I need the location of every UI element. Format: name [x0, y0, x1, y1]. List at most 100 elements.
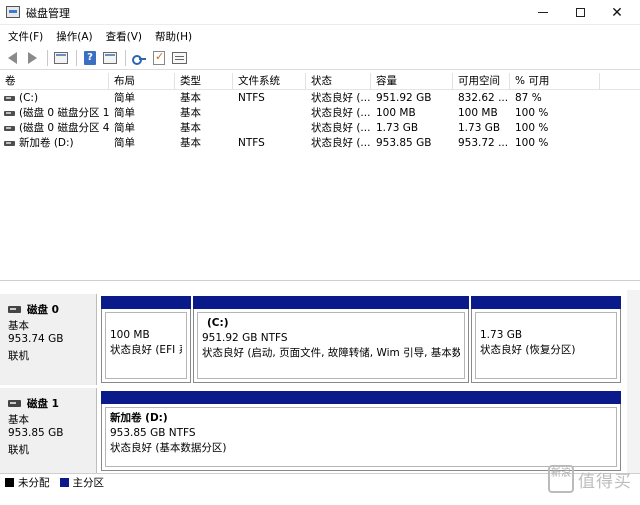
column-header-free-space[interactable]: 可用空间 — [453, 73, 510, 90]
vertical-scrollbar[interactable] — [627, 290, 640, 473]
watermark-badge: 新浪 — [548, 465, 574, 493]
partition-status: 状态良好 (基本数据分区) — [110, 442, 227, 454]
legend-label-unallocated: 未分配 — [18, 476, 50, 489]
disk-name: 磁盘 0 — [27, 304, 59, 316]
partition-size: 951.92 GB NTFS — [202, 332, 288, 344]
cell-free-space: 832.62 ... — [458, 92, 509, 104]
properties-icon — [171, 51, 187, 64]
legend: 未分配 主分区 — [0, 473, 640, 490]
disk-name: 磁盘 1 — [27, 398, 59, 410]
cell-free-space: 100 MB — [458, 107, 498, 119]
partition-status: 状态良好 (恢复分区) — [480, 344, 576, 356]
column-header-status[interactable]: 状态 — [306, 73, 371, 90]
partition-recovery[interactable]: 1.73 GB 状态良好 (恢复分区) — [471, 296, 621, 383]
partition-header-bar — [471, 296, 621, 309]
legend-swatch-primary — [59, 477, 69, 487]
close-button[interactable]: ✕ — [594, 0, 640, 25]
show-pane-icon — [54, 51, 68, 64]
partition-c[interactable]: (C:) 951.92 GB NTFS 状态良好 (启动, 页面文件, 故障转储… — [193, 296, 469, 383]
watermark: 新浪 值得买 — [548, 459, 640, 499]
disk-1-label[interactable]: 磁盘 1 基本 953.85 GB 联机 — [0, 388, 97, 473]
partition-title: (C:) — [207, 317, 229, 329]
cell-percent-free: 100 % — [515, 107, 549, 119]
forward-icon — [27, 51, 37, 64]
column-header-layout[interactable]: 布局 — [109, 73, 175, 90]
cell-percent-free: 100 % — [515, 137, 549, 149]
cell-status: 状态良好 (... — [311, 92, 371, 104]
column-header-percent-free[interactable]: % 可用 — [510, 73, 600, 90]
partition-status: 状态良好 (EFI 系统分区) — [110, 344, 182, 356]
column-header-volume[interactable]: 卷 — [0, 73, 109, 90]
disk-status: 联机 — [8, 350, 29, 362]
forward-button[interactable] — [23, 49, 41, 67]
partition-size: 100 MB — [110, 329, 150, 341]
cell-volume: (磁盘 0 磁盘分区 1) — [19, 107, 109, 119]
panel-icon — [103, 51, 117, 64]
cell-status: 状态良好 (... — [311, 107, 371, 119]
disk-size: 953.74 GB — [8, 333, 64, 345]
cell-type: 基本 — [180, 137, 201, 149]
disk-icon — [8, 400, 21, 407]
help-icon: ? — [84, 50, 96, 65]
partition-header-bar — [101, 296, 191, 309]
help-button[interactable]: ? — [81, 49, 99, 67]
cell-filesystem — [233, 106, 306, 121]
menu-file[interactable]: 文件(F) — [4, 29, 47, 44]
partition-d[interactable]: 新加卷 (D:) 953.85 GB NTFS 状态良好 (基本数据分区) — [101, 391, 621, 471]
cell-type: 基本 — [180, 92, 201, 104]
cell-layout: 简单 — [114, 137, 135, 149]
menu-view[interactable]: 查看(V) — [102, 29, 146, 44]
cell-filesystem: NTFS — [238, 137, 265, 149]
legend-label-primary: 主分区 — [72, 476, 105, 489]
check-button[interactable] — [150, 49, 168, 67]
volume-list: 卷 布局 类型 文件系统 状态 容量 可用空间 % 可用 (C:) 简单 基本 … — [0, 71, 640, 281]
cell-percent-free: 100 % — [515, 122, 549, 134]
disk-status: 联机 — [8, 444, 29, 456]
table-row[interactable]: (磁盘 0 磁盘分区 4) 简单 基本 状态良好 (... 1.73 GB 1.… — [0, 121, 640, 136]
watermark-text: 值得买 — [578, 471, 632, 492]
cell-volume: 新加卷 (D:) — [19, 137, 74, 149]
cell-capacity: 1.73 GB — [376, 122, 419, 134]
cell-free-space: 953.72 ... — [458, 137, 509, 149]
cell-filesystem: NTFS — [238, 92, 265, 104]
partition-header-bar — [101, 391, 621, 404]
partition-efi[interactable]: 100 MB 状态良好 (EFI 系统分区) — [101, 296, 191, 383]
back-button[interactable] — [3, 49, 21, 67]
menu-help[interactable]: 帮助(H) — [151, 29, 196, 44]
title-bar: 磁盘管理 ✕ — [0, 0, 640, 25]
table-row[interactable]: (C:) 简单 基本 NTFS 状态良好 (... 951.92 GB 832.… — [0, 91, 640, 106]
table-row[interactable]: (磁盘 0 磁盘分区 1) 简单 基本 状态良好 (... 100 MB 100… — [0, 106, 640, 121]
menu-action[interactable]: 操作(A) — [52, 29, 96, 44]
column-header-filesystem[interactable]: 文件系统 — [233, 73, 306, 90]
table-header: 卷 布局 类型 文件系统 状态 容量 可用空间 % 可用 — [0, 73, 640, 90]
cell-type: 基本 — [180, 107, 201, 119]
cell-capacity: 951.92 GB — [376, 92, 432, 104]
cell-volume: (磁盘 0 磁盘分区 4) — [19, 122, 109, 134]
legend-swatch-unallocated — [5, 477, 14, 487]
disk-0-label[interactable]: 磁盘 0 基本 953.74 GB 联机 — [0, 294, 97, 385]
disk-type: 基本 — [8, 414, 29, 426]
column-header-capacity[interactable]: 容量 — [371, 73, 453, 90]
connect-button[interactable] — [130, 49, 148, 67]
cell-layout: 简单 — [114, 122, 135, 134]
disk-size: 953.85 GB — [8, 427, 64, 439]
cell-percent-free: 87 % — [515, 92, 542, 104]
cell-type: 基本 — [180, 122, 201, 134]
cell-capacity: 100 MB — [376, 107, 416, 119]
cell-filesystem — [233, 121, 306, 136]
cell-status: 状态良好 (... — [311, 137, 371, 149]
column-header-type[interactable]: 类型 — [175, 73, 233, 90]
toolbar-divider — [47, 49, 48, 66]
show-pane-button[interactable] — [52, 49, 70, 67]
cell-volume: (C:) — [19, 92, 39, 104]
partition-status: 状态良好 (启动, 页面文件, 故障转储, Wim 引导, 基本数据分区) — [202, 347, 460, 359]
cell-status: 状态良好 (... — [311, 122, 371, 134]
properties-button[interactable] — [170, 49, 188, 67]
disk-type: 基本 — [8, 320, 29, 332]
close-icon: ✕ — [611, 4, 623, 21]
panel-button[interactable] — [101, 49, 119, 67]
table-row[interactable]: 新加卷 (D:) 简单 基本 NTFS 状态良好 (... 953.85 GB … — [0, 136, 640, 151]
maximize-icon — [575, 8, 585, 17]
disk-icon — [8, 306, 21, 313]
back-icon — [7, 51, 17, 64]
